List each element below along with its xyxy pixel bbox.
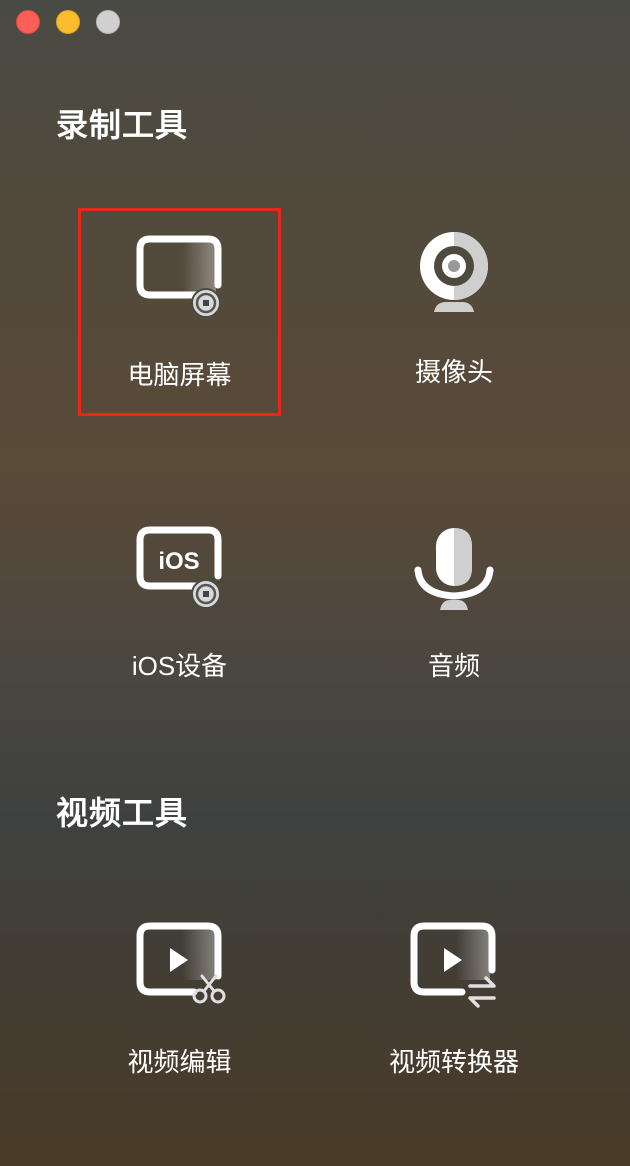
tool-label: 音频 [427,651,480,681]
record-tools-title: 录制工具 [56,107,189,143]
screen-record-icon [132,233,228,323]
close-button[interactable] [16,10,40,34]
tool-screen-record[interactable]: 电脑屏幕 [78,208,281,416]
ios-icon-text: iOS [158,548,199,575]
tool-label: 摄像头 [414,357,493,387]
tool-audio[interactable]: 音频 [354,500,554,700]
window-controls [16,10,120,34]
tool-ios-device[interactable]: iOS iOS设备 [78,500,281,700]
ios-device-icon: iOS [132,524,228,614]
tool-label: iOS设备 [131,651,228,681]
tool-video-convert[interactable]: 视频转换器 [354,898,554,1098]
webcam-icon [406,230,502,320]
tool-label: 电脑屏幕 [127,360,232,390]
video-edit-icon [132,920,228,1010]
zoom-button[interactable] [96,10,120,34]
tool-label: 视频编辑 [127,1047,232,1077]
tool-video-edit[interactable]: 视频编辑 [78,898,281,1098]
video-convert-icon [406,920,502,1010]
minimize-button[interactable] [56,10,80,34]
microphone-icon [406,524,502,614]
video-tools-title: 视频工具 [56,795,189,831]
tool-webcam[interactable]: 摄像头 [354,208,554,408]
app-window: 录制工具 电脑屏幕 摄像头 iOS iOS设备 音频 视频工具 视频编辑 视频转… [0,0,630,1166]
tool-label: 视频转换器 [388,1047,519,1077]
